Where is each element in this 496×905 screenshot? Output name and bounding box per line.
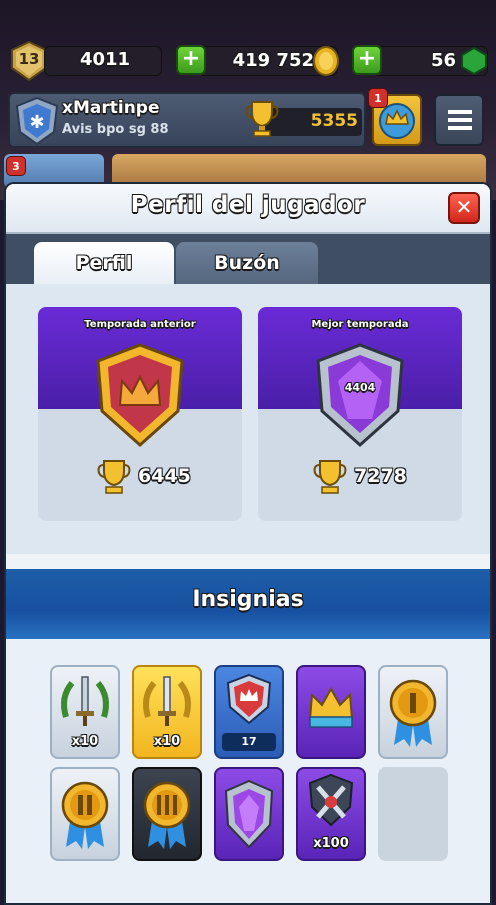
- gold-coin-icon: [313, 46, 339, 76]
- notification-badge: 1: [368, 88, 388, 108]
- experience-value: 4011: [79, 49, 131, 70]
- gold-crown-shield-icon: [96, 343, 184, 448]
- player-name: xMartinpe: [62, 98, 160, 118]
- crown-icon: [308, 686, 354, 728]
- clash-royale-league-icon: [226, 673, 272, 725]
- clan-shield-icon: ✱: [15, 96, 59, 146]
- badge-crown[interactable]: [296, 665, 366, 759]
- previous-season-card[interactable]: Temporada anterior 6445: [38, 307, 242, 521]
- best-season-trophies: 7278: [354, 465, 407, 487]
- badge-medal-iii[interactable]: [132, 767, 202, 861]
- best-season-label: Mejor temporada: [311, 319, 409, 330]
- gold-value: 419 752: [232, 50, 314, 71]
- badge-crossed-swords[interactable]: x100: [296, 767, 366, 861]
- buy-gems-button[interactable]: +: [352, 45, 382, 75]
- gems-value: 56: [430, 50, 456, 71]
- secondary-notification-badge: 3: [6, 156, 26, 176]
- badge-gold-sword[interactable]: x10: [132, 665, 202, 759]
- clan-name: Avis bpo sg 88: [62, 122, 169, 137]
- previous-season-trophies: 6445: [138, 465, 191, 487]
- previous-season-label: Temporada anterior: [84, 319, 196, 330]
- best-season-card[interactable]: Mejor temporada 4404 7278: [258, 307, 462, 521]
- medal-iii-icon: [143, 781, 191, 849]
- trophy-icon: [313, 460, 347, 494]
- medal-ii-icon: [61, 781, 109, 849]
- player-clan-bar[interactable]: ✱ xMartinpe Avis bpo sg 88 5355: [8, 92, 366, 148]
- main-menu-button[interactable]: [434, 94, 484, 146]
- badge-empty-slot: [378, 767, 448, 861]
- best-season-badge-value: 4404: [344, 381, 376, 394]
- buy-gold-button[interactable]: +: [176, 45, 206, 75]
- purple-crystal-shield-icon: [316, 343, 404, 448]
- medal-i-icon: [389, 679, 437, 747]
- hamburger-menu-icon: [448, 110, 472, 130]
- modal-title: Perfil del jugador: [130, 192, 366, 218]
- silver-sword-wreath-icon: [61, 676, 109, 726]
- trophy-icon: [97, 460, 131, 494]
- insignias-banner: Insignias: [6, 569, 490, 639]
- close-button[interactable]: ✕: [448, 192, 480, 224]
- badge-label: x10: [153, 734, 181, 749]
- badge-league[interactable]: 17: [214, 665, 284, 759]
- svg-text:✱: ✱: [29, 112, 44, 133]
- gold-sword-wreath-icon: [143, 676, 191, 726]
- tab-bar: Perfil Buzón: [6, 234, 490, 288]
- trophy-icon: [245, 101, 279, 137]
- player-profile-modal: Perfil del jugador ✕ Perfil Buzón Tempor…: [4, 182, 492, 905]
- badge-medal-i[interactable]: [378, 665, 448, 759]
- badge-level-pill: 17: [222, 733, 276, 751]
- badge-medal-ii[interactable]: [50, 767, 120, 861]
- insignias-title: Insignias: [192, 587, 304, 612]
- purple-crystal-icon: [224, 779, 274, 849]
- badge-silver-sword[interactable]: x10: [50, 665, 120, 759]
- tab-perfil[interactable]: Perfil: [34, 242, 174, 288]
- badge-purple-crystal[interactable]: [214, 767, 284, 861]
- crossed-swords-icon: [308, 773, 354, 827]
- badge-label: x10: [71, 734, 99, 749]
- tab-buzon[interactable]: Buzón: [176, 242, 318, 288]
- modal-header: Perfil del jugador ✕: [6, 184, 490, 234]
- gem-icon: [461, 46, 487, 76]
- badges-grid: x10 x10 17 x100: [6, 639, 490, 903]
- badge-label: x100: [313, 836, 349, 851]
